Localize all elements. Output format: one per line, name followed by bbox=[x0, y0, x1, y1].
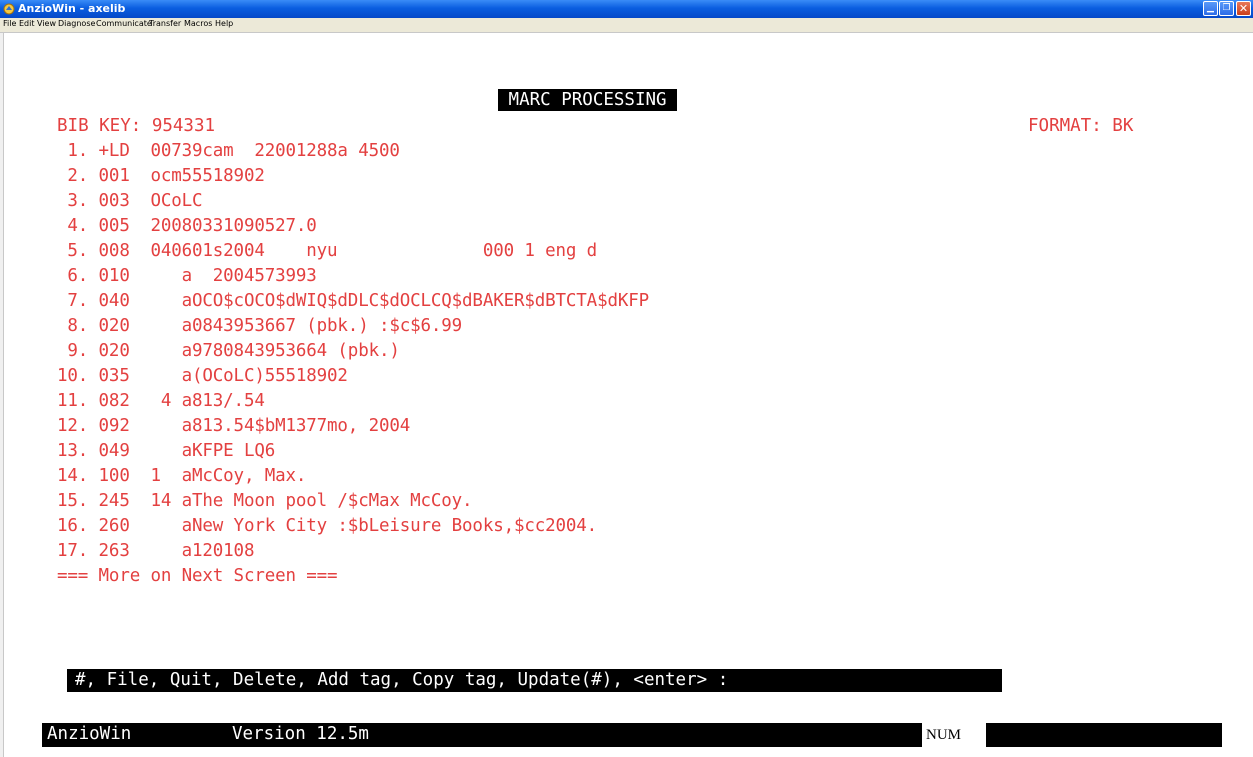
format-label: FORMAT: BK bbox=[1028, 116, 1134, 136]
marc-field-line: 10. 035 a(OCoLC)55518902 bbox=[57, 366, 348, 386]
marc-field-line: 9. 020 a9780843953664 (pbk.) bbox=[57, 341, 400, 361]
maximize-button[interactable]: ❐ bbox=[1219, 1, 1234, 16]
title-bar[interactable]: AnzioWin - axelib ▁ ❐ ✕ bbox=[0, 0, 1253, 18]
bib-key-label: BIB KEY: 954331 bbox=[57, 116, 216, 136]
close-button[interactable]: ✕ bbox=[1236, 1, 1251, 16]
more-on-next-screen: === More on Next Screen === bbox=[57, 566, 338, 586]
minimize-icon: ▁ bbox=[1207, 3, 1214, 13]
menu-help[interactable]: Help bbox=[215, 19, 233, 28]
command-prompt[interactable]: #, File, Quit, Delete, Add tag, Copy tag… bbox=[67, 669, 1002, 692]
menu-macros[interactable]: Macros bbox=[184, 19, 212, 28]
terminal-screen[interactable]: MARC PROCESSING BIB KEY: 954331 FORMAT: … bbox=[0, 33, 1253, 757]
menu-file[interactable]: File bbox=[3, 19, 16, 28]
marc-field-line: 5. 008 040601s2004 nyu 000 1 eng d bbox=[57, 241, 598, 261]
marc-field-line: 15. 245 14 aThe Moon pool /$cMax McCoy. bbox=[57, 491, 473, 511]
marc-field-line: 4. 005 20080331090527.0 bbox=[57, 216, 317, 236]
marc-field-line: 3. 003 OCoLC bbox=[57, 191, 203, 211]
marc-field-line: 8. 020 a0843953667 (pbk.) :$c$6.99 bbox=[57, 316, 463, 336]
screen-title: MARC PROCESSING bbox=[498, 89, 678, 111]
menu-edit[interactable]: Edit bbox=[19, 19, 35, 28]
menu-bar: File Edit View Diagnose Communicate Tran… bbox=[0, 18, 1253, 32]
status-bar: AnzioWin Version 12.5m NUM bbox=[42, 723, 1222, 747]
status-app-name: AnzioWin bbox=[47, 724, 132, 744]
marc-field-line: 16. 260 aNew York City :$bLeisure Books,… bbox=[57, 516, 598, 536]
num-lock-indicator: NUM bbox=[922, 723, 986, 747]
minimize-button[interactable]: ▁ bbox=[1203, 1, 1218, 16]
status-version: Version 12.5m bbox=[232, 724, 369, 744]
marc-field-line: 7. 040 aOCO$cOCO$dWIQ$dDLC$dOCLCQ$dBAKER… bbox=[57, 291, 649, 311]
maximize-icon: ❐ bbox=[1222, 3, 1231, 13]
marc-field-line: 6. 010 a 2004573993 bbox=[57, 266, 317, 286]
marc-field-line: 14. 100 1 aMcCoy, Max. bbox=[57, 466, 307, 486]
anziowin-app-icon[interactable] bbox=[3, 3, 15, 15]
marc-field-line: 1. +LD 00739cam 22001288a 4500 bbox=[57, 141, 400, 161]
menu-view[interactable]: View bbox=[37, 19, 56, 28]
menu-diagnose[interactable]: Diagnose bbox=[58, 19, 95, 28]
marc-field-line: 12. 092 a813.54$bM1377mo, 2004 bbox=[57, 416, 411, 436]
marc-field-line: 17. 263 a120108 bbox=[57, 541, 255, 561]
menu-transfer[interactable]: Transfer bbox=[149, 19, 181, 28]
close-icon: ✕ bbox=[1238, 2, 1249, 15]
window-title: AnzioWin - axelib bbox=[18, 2, 126, 15]
marc-field-line: 13. 049 aKFPE LQ6 bbox=[57, 441, 276, 461]
menu-communicate[interactable]: Communicate bbox=[96, 19, 152, 28]
marc-field-line: 2. 001 ocm55518902 bbox=[57, 166, 265, 186]
marc-field-line: 11. 082 4 a813/.54 bbox=[57, 391, 265, 411]
